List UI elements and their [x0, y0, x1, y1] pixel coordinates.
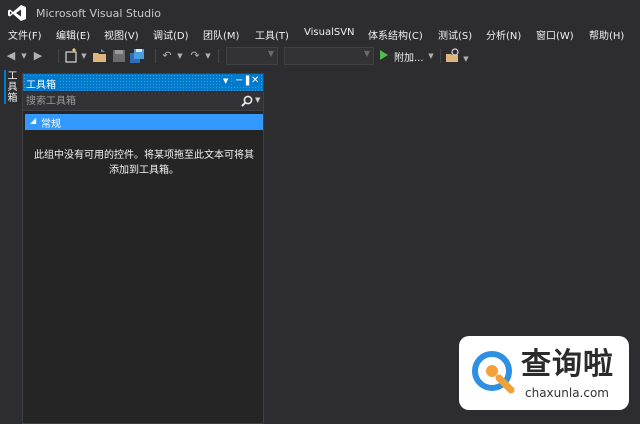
menu-help[interactable]: 帮助(H) — [589, 27, 624, 42]
chevron-down-icon: ▼ — [267, 49, 274, 58]
new-dropdown-icon[interactable]: ▼ — [80, 48, 88, 64]
menu-analyze[interactable]: 分析(N) — [486, 27, 521, 42]
solution-configuration-select[interactable]: ▼ — [226, 47, 278, 65]
find-in-files-icon[interactable] — [445, 48, 461, 64]
solution-platform-select[interactable]: ▼ — [284, 47, 374, 65]
toolbox-panel: 工具箱 ▼ −❚ ✕ ▼ ◢ 常规 此组中没有可用的控件。将某项拖至此文本可将其… — [22, 73, 264, 424]
toolbar-separator — [218, 49, 219, 63]
close-icon[interactable]: ✕ — [250, 75, 261, 86]
search-icon[interactable] — [241, 95, 253, 107]
visual-studio-logo-icon — [8, 5, 26, 21]
app-title: Microsoft Visual Studio — [36, 7, 161, 20]
toolbox-search: ▼ — [23, 92, 263, 111]
menu-team[interactable]: 团队(M) — [203, 27, 239, 42]
empty-message-line-1: 此组中没有可用的控件。将某项拖至此文本可将其 — [34, 150, 254, 161]
collapse-arrow-icon: ◢ — [30, 116, 37, 125]
redo-dropdown-icon[interactable]: ▼ — [204, 48, 212, 64]
menu-architecture[interactable]: 体系结构(C) — [368, 27, 423, 42]
menu-window[interactable]: 窗口(W) — [536, 27, 574, 42]
toolbar-separator — [440, 49, 441, 63]
toolbox-empty-message: 此组中没有可用的控件。将某项拖至此文本可将其 添加到工具箱。 — [31, 148, 257, 178]
new-project-icon[interactable] — [64, 48, 78, 64]
watermark-brand: 查询啦 — [521, 347, 614, 382]
watermark-badge: 查询啦 chaxunla.com — [459, 336, 629, 410]
watermark-url: chaxunla.com — [525, 386, 609, 400]
back-icon[interactable]: ◀ — [4, 48, 18, 64]
open-file-icon[interactable] — [92, 48, 108, 64]
watermark-logo-icon — [472, 351, 515, 394]
toolbar-separator — [155, 49, 156, 63]
save-icon[interactable] — [112, 48, 126, 64]
chevron-down-icon: ▼ — [363, 49, 370, 58]
redo-icon[interactable]: ↷ — [188, 48, 202, 64]
menu-file[interactable]: 文件(F) — [8, 27, 42, 42]
toolbox-header[interactable]: 工具箱 ▼ −❚ ✕ — [23, 74, 263, 91]
window-position-icon[interactable]: ▼ — [222, 77, 230, 85]
undo-dropdown-icon[interactable]: ▼ — [176, 48, 184, 64]
menu-view[interactable]: 视图(V) — [104, 27, 139, 42]
menu-bar: 文件(F) 编辑(E) 视图(V) 调试(D) 团队(M) 工具(T) Visu… — [0, 26, 640, 44]
start-icon — [380, 50, 388, 60]
menu-tools[interactable]: 工具(T) — [255, 27, 289, 42]
start-dropdown-icon[interactable]: ▼ — [427, 48, 435, 64]
standard-toolbar: ◀ ▼ ▶ ▼ ↶ ▼ ↷ ▼ ▼ ▼ 附加... ▼ ▼ — [0, 44, 640, 68]
group-label: 常规 — [41, 119, 61, 130]
forward-icon[interactable]: ▶ — [31, 48, 45, 64]
toolbox-group-general[interactable]: ◢ 常规 — [25, 114, 263, 130]
toolbox-search-input[interactable] — [26, 94, 231, 109]
menu-debug[interactable]: 调试(D) — [153, 27, 189, 42]
start-button-label: 附加... — [394, 53, 424, 64]
toolbar-separator — [58, 49, 59, 63]
toolbox-side-tab[interactable]: 工具箱 — [5, 70, 18, 103]
menu-test[interactable]: 测试(S) — [438, 27, 472, 42]
back-dropdown-icon[interactable]: ▼ — [20, 48, 28, 64]
undo-icon[interactable]: ↶ — [160, 48, 174, 64]
left-tab-strip — [0, 68, 22, 424]
toolbox-title: 工具箱 — [26, 76, 60, 91]
save-all-icon[interactable] — [129, 48, 145, 64]
toolbar-overflow-icon[interactable]: ▼ — [462, 51, 470, 67]
search-options-icon[interactable]: ▼ — [255, 96, 260, 104]
title-bar: Microsoft Visual Studio — [0, 0, 640, 26]
menu-visualsvn[interactable]: VisualSVN — [304, 27, 355, 38]
empty-message-line-2: 添加到工具箱。 — [109, 165, 179, 176]
menu-edit[interactable]: 编辑(E) — [56, 27, 90, 42]
